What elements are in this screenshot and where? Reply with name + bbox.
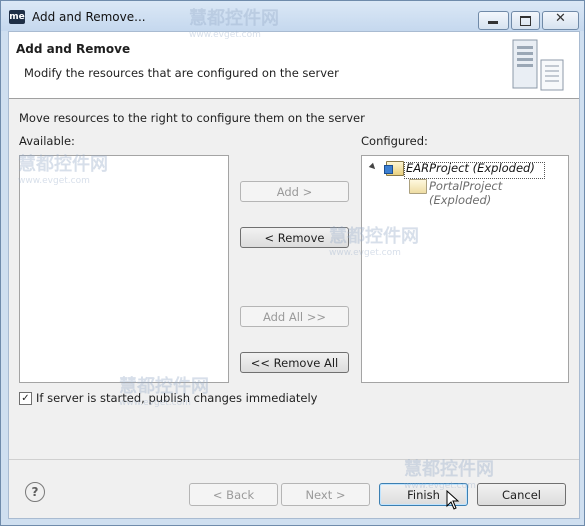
- ear-project-icon: [384, 161, 404, 176]
- window-title: Add and Remove...: [32, 10, 146, 24]
- configured-tree[interactable]: EARProject (Exploded) PortalProject (Exp…: [361, 155, 569, 383]
- maximize-icon: [520, 16, 531, 26]
- title-bar[interactable]: me Add and Remove... ✕: [1, 1, 584, 31]
- maximize-button[interactable]: [511, 11, 540, 30]
- back-button[interactable]: < Back: [189, 483, 278, 506]
- remove-all-button[interactable]: << Remove All: [240, 352, 349, 373]
- mouse-cursor-icon: [446, 490, 460, 510]
- close-icon: ✕: [555, 11, 566, 26]
- watermark: 慧都控件网 www.evget.com: [189, 8, 279, 40]
- next-button[interactable]: Next >: [281, 483, 370, 506]
- server-icon: [512, 39, 564, 91]
- tree-item-ear-project[interactable]: EARProject (Exploded): [368, 160, 562, 179]
- expand-arrow-icon[interactable]: [368, 162, 378, 172]
- add-button[interactable]: Add >: [240, 181, 349, 202]
- add-remove-dialog: me Add and Remove... ✕ Add and Remove Mo…: [0, 0, 585, 526]
- add-all-button[interactable]: Add All >>: [240, 306, 349, 327]
- close-button[interactable]: ✕: [542, 11, 579, 30]
- available-label: Available:: [19, 134, 75, 148]
- watermark: 慧都控件网 www.evget.com: [119, 376, 209, 408]
- watermark: 慧都控件网 www.evget.com: [18, 154, 108, 186]
- watermark: 慧都控件网 www.evget.com: [404, 459, 494, 491]
- portal-project-icon: [409, 179, 427, 194]
- minimize-icon: [488, 21, 498, 24]
- dialog-body: Add and Remove Modify the resources that…: [8, 8, 580, 519]
- tree-item-label: PortalProject (Exploded): [429, 179, 503, 207]
- minimize-button[interactable]: [478, 11, 509, 30]
- configured-label: Configured:: [361, 134, 428, 148]
- wizard-header: Add and Remove Modify the resources that…: [9, 32, 579, 99]
- page-title: Add and Remove: [16, 42, 131, 56]
- tree-item-portal-project[interactable]: PortalProject (Exploded): [407, 178, 567, 207]
- tree-item-label: EARProject (Exploded): [406, 161, 535, 175]
- page-description: Modify the resources that are configured…: [24, 66, 339, 80]
- publish-checkbox[interactable]: ✓: [19, 392, 32, 405]
- watermark: 慧都控件网 www.evget.com: [329, 226, 419, 258]
- available-list[interactable]: [19, 155, 229, 383]
- help-icon[interactable]: ?: [25, 482, 45, 502]
- instruction-text: Move resources to the right to configure…: [19, 111, 365, 125]
- app-icon: me: [9, 10, 25, 24]
